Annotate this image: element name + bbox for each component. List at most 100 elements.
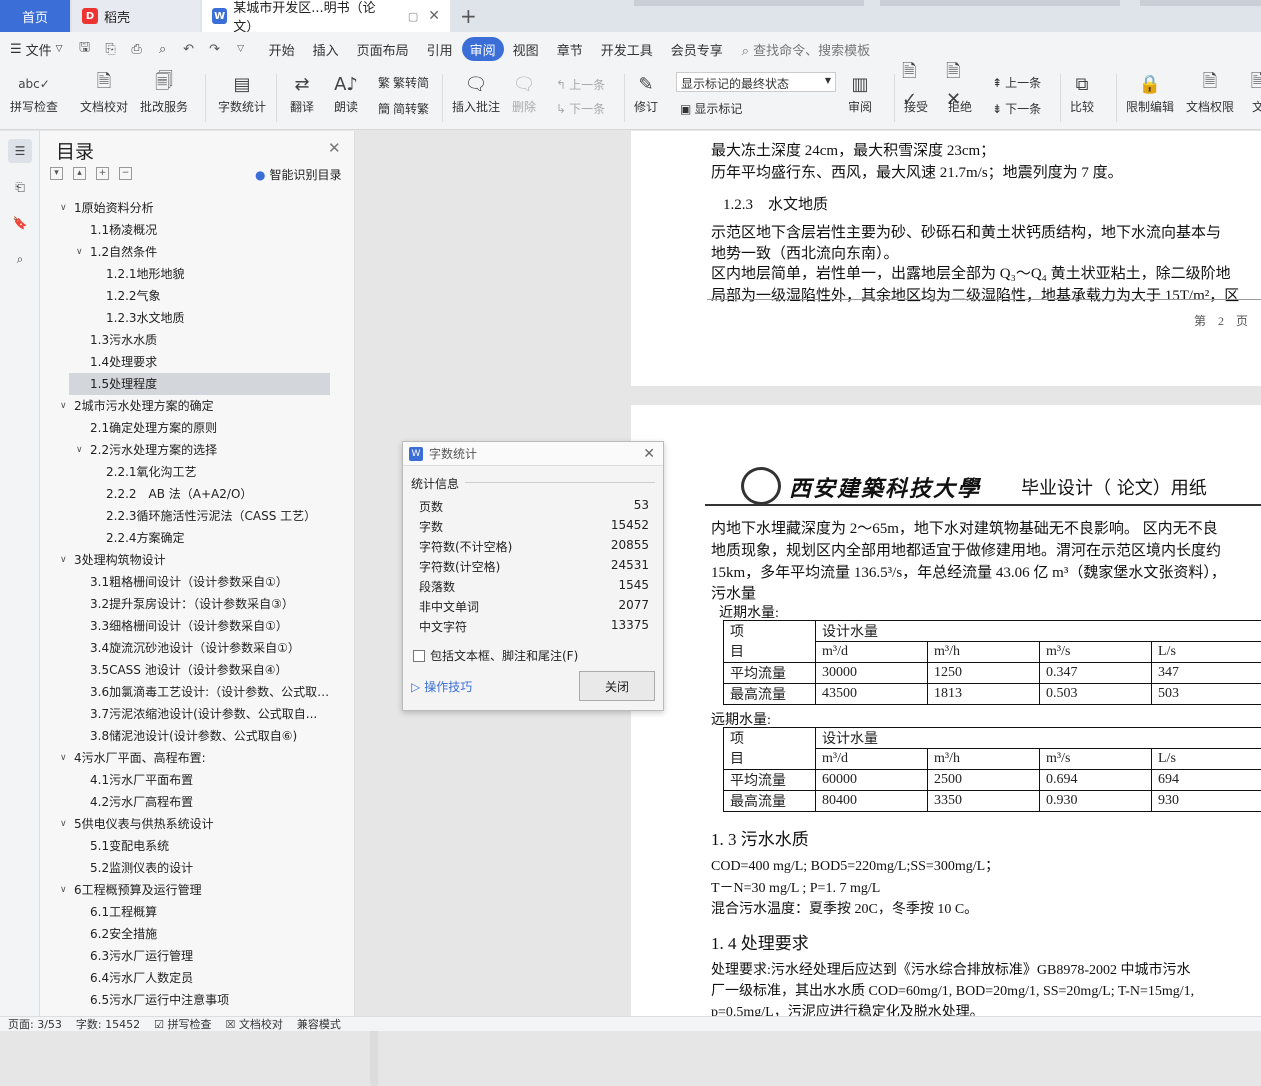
menu-item[interactable]: 会员专享 xyxy=(662,37,732,61)
nav-pane-icon[interactable]: ⎗ xyxy=(8,175,32,199)
toc-item[interactable]: 1.4处理要求 xyxy=(40,351,330,373)
toc-item[interactable]: 3.1粗格栅间设计（设计参数采自①） xyxy=(40,571,330,593)
expand-all-icon[interactable]: ▾ xyxy=(50,167,63,180)
chevron-down-icon[interactable]: ∨ xyxy=(60,747,67,769)
page-indicator[interactable]: 页面: 3/53 xyxy=(8,1016,62,1032)
revise-button[interactable]: ✎修订 xyxy=(632,70,660,115)
menu-item[interactable]: 引用 xyxy=(418,37,462,61)
toc-item[interactable]: 3.7污泥浓缩池设计(设计参数、公式取自... xyxy=(40,703,330,725)
close-button[interactable]: 关闭 xyxy=(579,671,655,701)
toc-item[interactable]: 6.4污水厂人数定员 xyxy=(40,967,330,989)
next-comment-button[interactable]: ↳下一条 xyxy=(556,100,605,117)
prev-change-button[interactable]: ⇞上一条 xyxy=(992,74,1041,91)
close-icon[interactable]: ✕ xyxy=(328,139,341,157)
toc-item[interactable]: ∨1.2自然条件 xyxy=(40,241,330,263)
delete-comment-button[interactable]: 🗨删除 xyxy=(510,70,538,115)
toc-item[interactable]: 3.3细格栅间设计（设计参数采自①） xyxy=(40,615,330,637)
toc-item[interactable]: 2.2.4方案确定 xyxy=(40,527,330,549)
close-tab-icon[interactable]: ✕ xyxy=(428,8,440,24)
toc-item[interactable]: ∨2.2污水处理方案的选择 xyxy=(40,439,330,461)
tab-daoke[interactable]: D 稻壳 xyxy=(72,0,200,32)
redo-icon[interactable]: ↷ xyxy=(204,38,226,60)
toc-item[interactable]: 4.2污水厂高程布置 xyxy=(40,791,330,813)
menu-item[interactable]: 开发工具 xyxy=(592,37,662,61)
toc-item[interactable]: 2.1确定处理方案的原则 xyxy=(40,417,330,439)
chevron-down-icon[interactable]: ∨ xyxy=(60,549,67,571)
toc-item[interactable]: 6.5污水厂运行中注意事项 xyxy=(40,989,330,1007)
toc-item[interactable]: 1.3污水水质 xyxy=(40,329,330,351)
toc-item[interactable]: 3.6加氯滴毒工艺设计:（设计参数、公式取自... xyxy=(40,681,330,703)
spell-status[interactable]: ☑ 拼写检查 xyxy=(154,1016,211,1032)
chevron-down-icon[interactable]: ∨ xyxy=(60,813,67,835)
toc-item[interactable]: ∨3处理构筑物设计 xyxy=(40,549,330,571)
undo-icon[interactable]: ↶ xyxy=(178,38,200,60)
include-notes-checkbox[interactable]: 包括文本框、脚注和尾注(F) xyxy=(413,647,578,664)
menu-item[interactable]: 视图 xyxy=(504,37,548,61)
toc-item[interactable]: ∨4污水厂平面、高程布置: xyxy=(40,747,330,769)
chevron-down-icon[interactable]: ∨ xyxy=(60,197,67,219)
menu-item[interactable]: 章节 xyxy=(548,37,592,61)
toc-item[interactable]: ∨5供电仪表与供热系统设计 xyxy=(40,813,330,835)
menu-item[interactable]: 页面布局 xyxy=(348,37,418,61)
pin-icon[interactable]: ▢ xyxy=(408,10,418,23)
chevron-down-icon[interactable]: ∨ xyxy=(76,241,83,263)
toc-item[interactable]: 5.2监测仪表的设计 xyxy=(40,857,330,879)
toc-item[interactable]: 1.1杨凌概况 xyxy=(40,219,330,241)
wordcount-button[interactable]: ▤字数统计 xyxy=(218,70,266,115)
search-icon[interactable]: ⌕ xyxy=(8,247,32,271)
search-command[interactable]: ⌕ 查找命令、搜索模板 xyxy=(742,40,870,59)
more-icon[interactable]: ▽ xyxy=(230,38,252,60)
close-icon[interactable]: ✕ xyxy=(643,446,655,462)
toc-item[interactable]: 5.1变配电系统 xyxy=(40,835,330,857)
spellcheck-button[interactable]: abc✓拼写检查 xyxy=(10,70,58,115)
translate-button[interactable]: ⇄翻译 xyxy=(288,70,316,115)
toc-item[interactable]: 4.1污水厂平面布置 xyxy=(40,769,330,791)
print-icon[interactable]: ⎙ xyxy=(126,38,148,60)
toc-item[interactable]: ∨2城市污水处理方案的确定 xyxy=(40,395,330,417)
chevron-down-icon[interactable]: ∨ xyxy=(76,439,83,461)
file-menu[interactable]: ☰ 文件 ▽ xyxy=(0,37,72,61)
toc-item[interactable]: 3.2提升泵房设计：（设计参数采自③） xyxy=(40,593,330,615)
reject-button[interactable]: 🗎✕拒绝 xyxy=(946,70,974,115)
add-item-icon[interactable]: + xyxy=(96,167,109,180)
chevron-down-icon[interactable]: ∨ xyxy=(60,879,67,901)
insert-comment-button[interactable]: 🗨插入批注 xyxy=(452,70,500,115)
remove-item-icon[interactable]: − xyxy=(119,167,132,180)
toc-item[interactable]: 1.2.2气象 xyxy=(40,285,330,307)
toc-item[interactable]: ∨6工程概预算及运行管理 xyxy=(40,879,330,901)
simp-to-trad-button[interactable]: 簡简转繁 xyxy=(378,100,429,117)
toc-item[interactable]: 1.2.3水文地质 xyxy=(40,307,330,329)
accept-button[interactable]: 🗎✓接受 xyxy=(902,70,930,115)
proof-status[interactable]: ☒ 文档校对 xyxy=(225,1016,282,1032)
tips-link[interactable]: ▷操作技巧 xyxy=(411,678,472,695)
toc-item[interactable]: 2.2.2 AB 法（A+A2/O） xyxy=(40,483,330,505)
next-change-button[interactable]: ⇟下一条 xyxy=(992,100,1041,117)
annotate-service-button[interactable]: 🗐批改服务 xyxy=(140,70,188,115)
menu-item[interactable]: 审阅 xyxy=(462,37,504,61)
restrict-edit-button[interactable]: 🔒限制编辑 xyxy=(1126,70,1174,115)
doc-permission-button[interactable]: 🗎文档权限 xyxy=(1186,70,1234,115)
bookmark-icon[interactable]: 🔖 xyxy=(8,211,32,235)
compare-button[interactable]: ⧉比较 xyxy=(1068,70,1096,115)
tab-document[interactable]: W 某城市开发区...明书（论文） ▢ ✕ xyxy=(202,0,450,32)
collapse-all-icon[interactable]: ▴ xyxy=(73,167,86,180)
show-marks-button[interactable]: ▣显示标记 xyxy=(680,100,742,117)
preview-icon[interactable]: ⌕ xyxy=(152,38,174,60)
chevron-down-icon[interactable]: ∨ xyxy=(60,395,67,417)
word-indicator[interactable]: 字数: 15452 xyxy=(76,1016,140,1032)
tab-home[interactable]: 首页 xyxy=(0,0,70,32)
mark-state-select[interactable]: 显示标记的最终状态▼ xyxy=(676,72,836,92)
toc-item[interactable]: 3.8储泥池设计(设计参数、公式取自⑥) xyxy=(40,725,330,747)
dialog-titlebar[interactable]: W 字数统计 ✕ xyxy=(403,442,663,466)
export-icon[interactable]: ⎘ xyxy=(100,38,122,60)
toc-item[interactable]: 2.2.1氧化沟工艺 xyxy=(40,461,330,483)
save-icon[interactable]: 🖫 xyxy=(74,38,96,60)
review-button[interactable]: ▥审阅 xyxy=(846,70,874,115)
toc-item[interactable]: 2.2.3循环施活性污泥法（CASS 工艺） xyxy=(40,505,330,527)
toc-item[interactable]: 3.5CASS 池设计（设计参数采自④） xyxy=(40,659,330,681)
new-tab-icon[interactable]: + xyxy=(460,4,477,28)
toc-item[interactable]: 6.2安全措施 xyxy=(40,923,330,945)
toc-item[interactable]: 6.1工程概算 xyxy=(40,901,330,923)
toc-item[interactable]: ∨1原始资料分析 xyxy=(40,197,330,219)
read-aloud-button[interactable]: A♪朗读 xyxy=(332,70,360,115)
